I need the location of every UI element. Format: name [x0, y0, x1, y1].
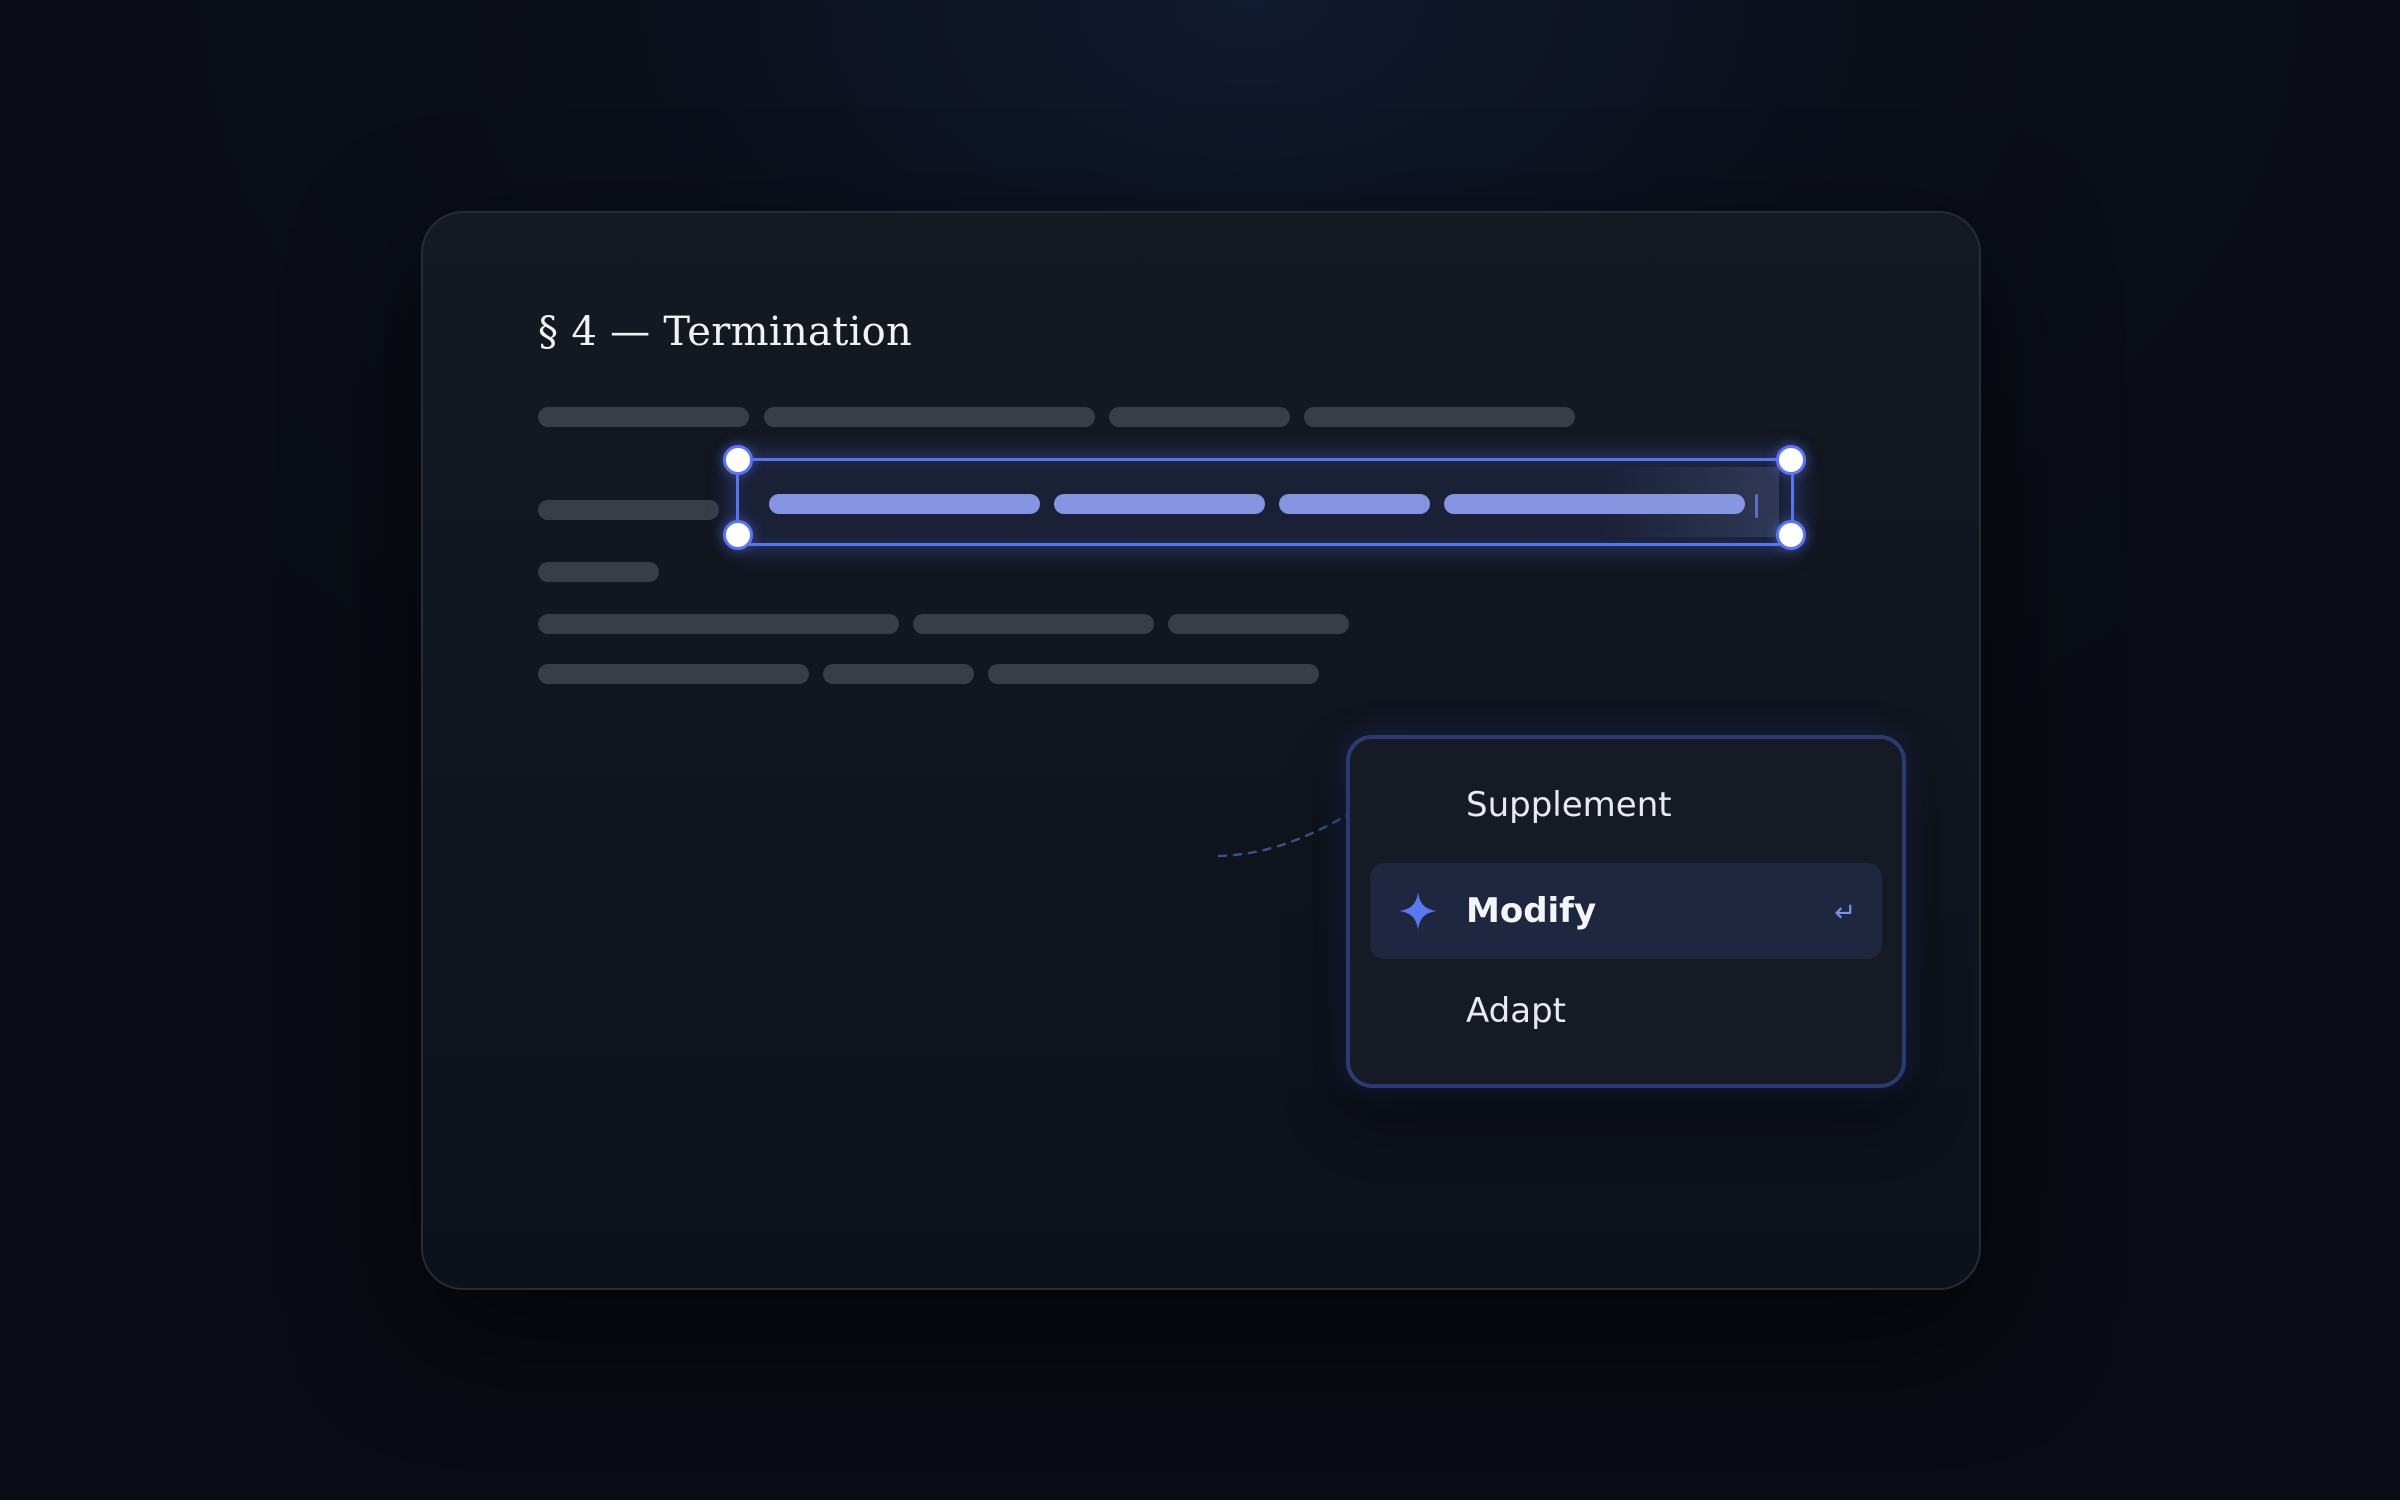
menu-item-supplement[interactable]: Supplement: [1370, 757, 1882, 853]
ai-action-menu: Supplement Modify ↵ Adapt: [1346, 735, 1906, 1088]
menu-item-label: Modify: [1466, 891, 1597, 931]
menu-item-label: Supplement: [1466, 785, 1672, 825]
enter-key-icon: ↵: [1834, 897, 1856, 928]
document-card: § 4 — Termination Supplement Modify ↵ Ad…: [421, 211, 1981, 1290]
menu-item-modify[interactable]: Modify ↵: [1370, 863, 1882, 959]
menu-item-adapt[interactable]: Adapt: [1370, 963, 1882, 1059]
menu-item-label: Adapt: [1466, 991, 1566, 1031]
sparkle-icon: [1399, 892, 1437, 930]
